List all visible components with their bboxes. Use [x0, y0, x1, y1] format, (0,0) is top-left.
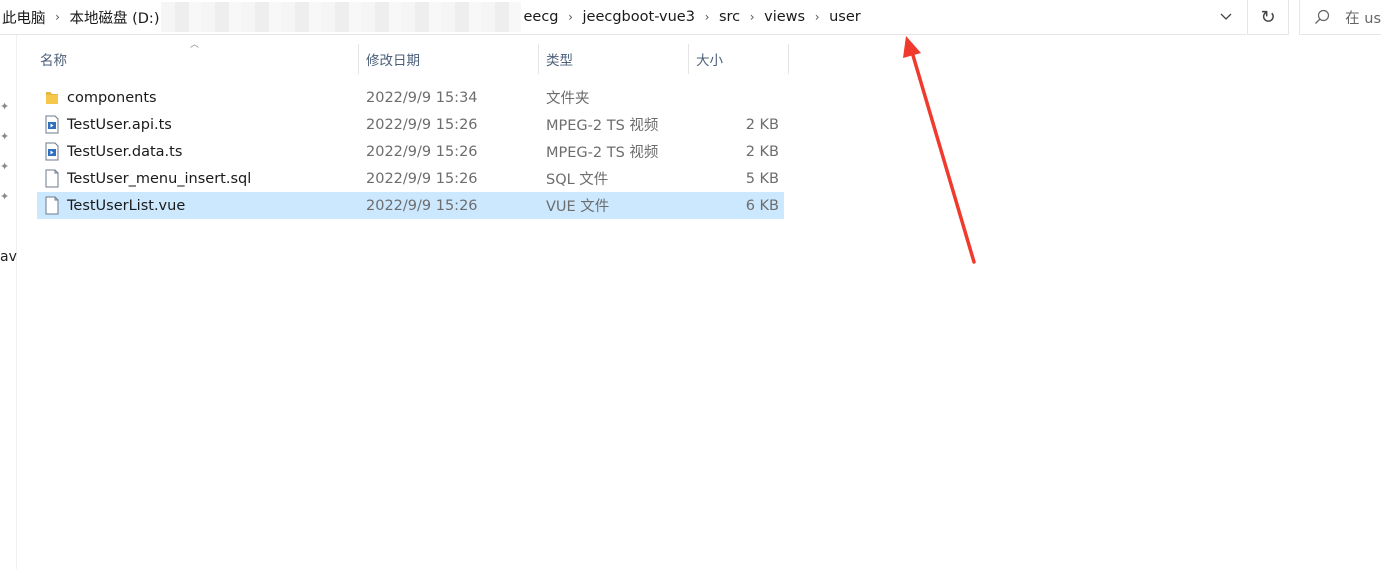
- breadcrumb-separator-icon[interactable]: ›: [48, 10, 68, 24]
- ts-file-icon: [45, 115, 59, 134]
- file-explorer-window: 此电脑 › 本地磁盘 (D:) eecg › jeecgboot-vue3 › …: [0, 0, 1381, 569]
- file-type: SQL 文件: [546, 172, 609, 188]
- pin-icon[interactable]: ✦: [0, 101, 12, 113]
- file-name: TestUser.data.ts: [67, 143, 183, 160]
- file-row-testuser-api-ts[interactable]: TestUser.api.ts 2022/9/9 15:26 MPEG-2 TS…: [37, 111, 784, 138]
- redacted-path-segment: [161, 2, 522, 32]
- file-name: TestUser_menu_insert.sql: [67, 170, 252, 187]
- file-type: VUE 文件: [546, 199, 610, 215]
- file-date: 2022/9/9 15:26: [366, 143, 478, 160]
- breadcrumb-this-pc[interactable]: 此电脑: [0, 7, 48, 28]
- file-date: 2022/9/9 15:26: [366, 116, 478, 133]
- search-placeholder: 在 us: [1345, 10, 1381, 27]
- file-date: 2022/9/9 15:26: [366, 197, 478, 214]
- column-divider[interactable]: [788, 44, 789, 74]
- column-header-name[interactable]: 名称: [33, 44, 358, 74]
- file-row-testuser-menu-insert-sql[interactable]: TestUser_menu_insert.sql 2022/9/9 15:26 …: [37, 165, 784, 192]
- column-header-date[interactable]: 修改日期: [359, 44, 538, 74]
- refresh-button[interactable]: ↻: [1247, 0, 1289, 35]
- pin-icon[interactable]: ✦: [0, 161, 12, 173]
- chevron-down-icon[interactable]: [1214, 5, 1238, 29]
- nav-item-label[interactable]: av: [0, 249, 17, 265]
- column-header-label: 类型: [546, 53, 573, 69]
- file-icon: [45, 169, 59, 188]
- search-icon: [1314, 9, 1331, 25]
- file-row-testuserlist-vue[interactable]: TestUserList.vue 2022/9/9 15:26 VUE 文件 6…: [37, 192, 784, 219]
- file-name: TestUser.api.ts: [67, 116, 172, 133]
- file-name: components: [67, 89, 157, 106]
- column-header-type[interactable]: 类型: [539, 44, 688, 74]
- breadcrumb-separator-icon[interactable]: ›: [807, 10, 827, 24]
- breadcrumb: 此电脑 › 本地磁盘 (D:) eecg › jeecgboot-vue3 › …: [0, 0, 863, 34]
- file-name: TestUserList.vue: [67, 197, 186, 214]
- file-type: MPEG-2 TS 视频: [546, 145, 659, 161]
- breadcrumb-separator-icon[interactable]: ›: [697, 10, 717, 24]
- column-header-label: 大小: [696, 53, 723, 69]
- breadcrumb-src[interactable]: src: [717, 9, 742, 25]
- address-bar[interactable]: 此电脑 › 本地磁盘 (D:) eecg › jeecgboot-vue3 › …: [0, 0, 1246, 35]
- file-date: 2022/9/9 15:34: [366, 89, 478, 106]
- file-date: 2022/9/9 15:26: [366, 170, 478, 187]
- pin-icon[interactable]: ✦: [0, 131, 12, 143]
- ts-file-icon: [45, 142, 59, 161]
- file-icon: [45, 196, 59, 215]
- file-row-testuser-data-ts[interactable]: TestUser.data.ts 2022/9/9 15:26 MPEG-2 T…: [37, 138, 784, 165]
- breadcrumb-user[interactable]: user: [827, 9, 863, 25]
- file-size: 2 KB: [745, 143, 779, 160]
- file-type: 文件夹: [546, 91, 590, 107]
- search-input[interactable]: 在 us: [1299, 0, 1381, 35]
- column-header-label: 名称: [40, 53, 67, 69]
- navigation-pane[interactable]: ✦ ✦ ✦ ✦ av: [0, 35, 17, 569]
- column-header-size[interactable]: 大小: [689, 44, 789, 74]
- breadcrumb-jeecgboot-vue3[interactable]: jeecgboot-vue3: [581, 9, 697, 25]
- column-header-label: 修改日期: [366, 53, 420, 69]
- file-type: MPEG-2 TS 视频: [546, 118, 659, 134]
- refresh-icon: ↻: [1260, 6, 1276, 28]
- breadcrumb-jeecg[interactable]: eecg: [521, 9, 560, 25]
- file-row-components[interactable]: components 2022/9/9 15:34 文件夹: [37, 84, 784, 111]
- file-size: 2 KB: [745, 116, 779, 133]
- folder-icon: [46, 92, 58, 104]
- file-size: 5 KB: [745, 170, 779, 187]
- breadcrumb-separator-icon[interactable]: ›: [561, 10, 581, 24]
- breadcrumb-views[interactable]: views: [762, 9, 807, 25]
- breadcrumb-separator-icon[interactable]: ›: [742, 10, 762, 24]
- pin-icon[interactable]: ✦: [0, 191, 12, 203]
- file-size: 6 KB: [745, 197, 779, 214]
- breadcrumb-drive-d[interactable]: 本地磁盘 (D:): [68, 7, 162, 28]
